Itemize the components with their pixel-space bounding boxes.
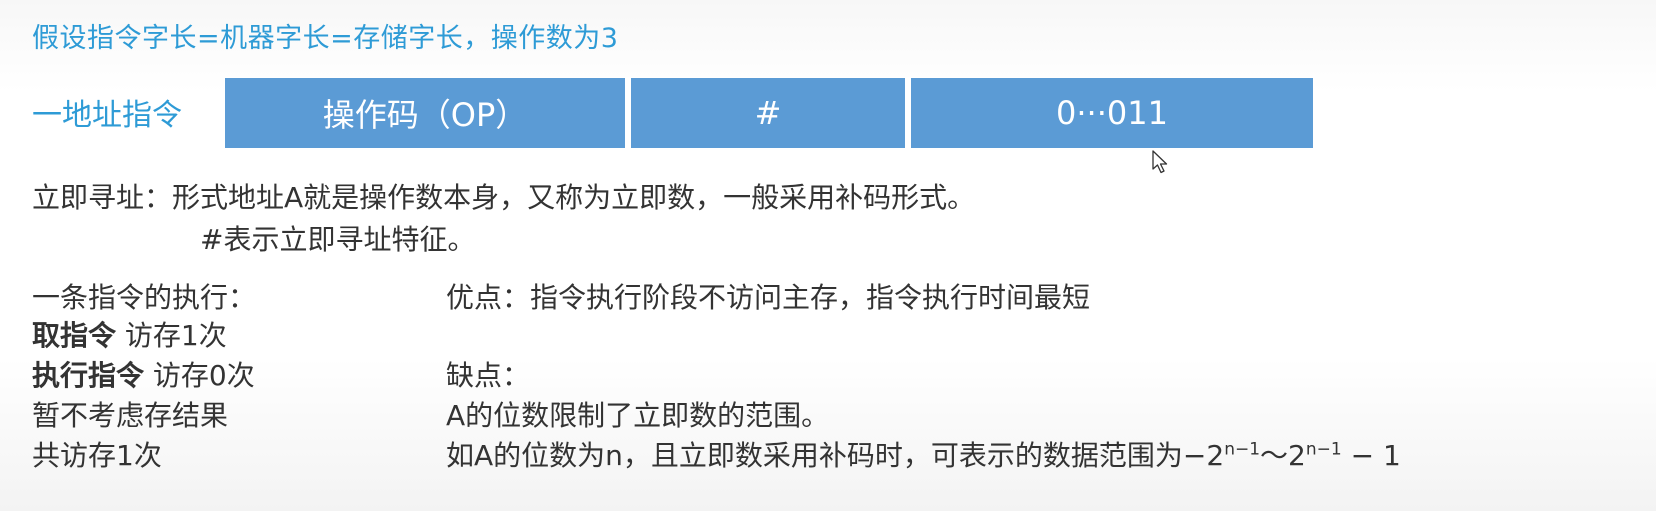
immediate-value-field: 0···011 bbox=[910, 77, 1314, 149]
range-lower-exponent: n−1 bbox=[1224, 439, 1261, 460]
fetch-label: 取指令 bbox=[32, 319, 117, 352]
range-description: 如A的位数为n，且立即数采用补码时，可表示的数据范围为 bbox=[446, 439, 1183, 472]
execute-instruction-line: 执行指令 访存0次 bbox=[32, 354, 255, 394]
execute-access-count: 访存0次 bbox=[144, 359, 255, 392]
range-upper-base: ～2 bbox=[1260, 439, 1306, 472]
range-lower-base: −2 bbox=[1182, 439, 1225, 472]
fetch-instruction-line: 取指令 访存1次 bbox=[32, 314, 227, 354]
total-access-line: 共访存1次 bbox=[32, 439, 162, 472]
range-upper-exponent: n−1 bbox=[1305, 439, 1342, 460]
definition-line-2: #表示立即寻址特征。 bbox=[200, 223, 476, 256]
addressing-mode-field: # bbox=[630, 77, 906, 149]
range-formula-line: 如A的位数为n，且立即数采用补码时，可表示的数据范围为−2n−1～2n−1 − … bbox=[446, 434, 1401, 474]
execute-label: 执行指令 bbox=[32, 359, 145, 392]
range-upper-offset: − 1 bbox=[1341, 439, 1401, 472]
instruction-format-diagram: 操作码（OP） # 0···011 bbox=[224, 77, 1314, 149]
fetch-access-count: 访存1次 bbox=[116, 319, 227, 352]
execution-heading: 一条指令的执行： bbox=[32, 281, 257, 314]
advantage-line: 优点：指令执行阶段不访问主存，指令执行时间最短 bbox=[446, 281, 1091, 314]
mouse-pointer-icon bbox=[1152, 150, 1168, 174]
no-store-result-line: 暂不考虑存结果 bbox=[32, 399, 229, 432]
page-title: 假设指令字长=机器字长=存储字长，操作数为3 bbox=[32, 23, 619, 54]
range-limit-line: A的位数限制了立即数的范围。 bbox=[446, 399, 830, 432]
opcode-field: 操作码（OP） bbox=[224, 77, 626, 149]
disadvantage-heading: 缺点： bbox=[446, 359, 531, 392]
instruction-type-label: 一地址指令 bbox=[32, 98, 182, 133]
definition-line-1: 立即寻址：形式地址A就是操作数本身，又称为立即数，一般采用补码形式。 bbox=[32, 181, 976, 214]
